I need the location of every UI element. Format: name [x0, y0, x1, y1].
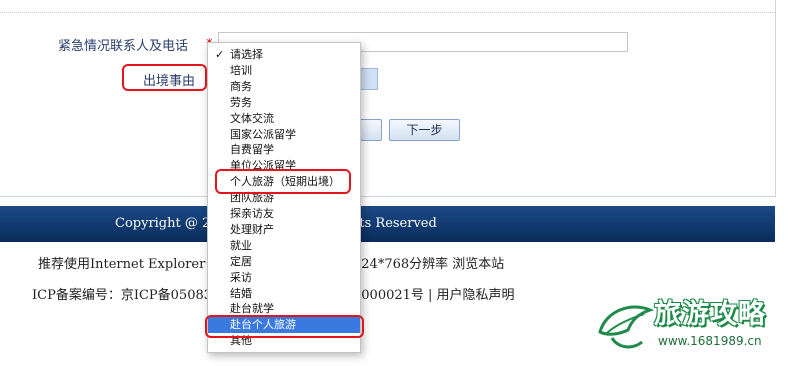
leaf-cap-logo-icon	[598, 305, 655, 349]
copyright-text-right: hts Reserved	[351, 216, 437, 231]
watermark-title: 旅游攻略	[654, 299, 766, 330]
browser-recommend-right: 024*768分辨率 浏览本站	[353, 257, 505, 272]
reason-option[interactable]: 文体交流	[208, 111, 360, 127]
reason-option[interactable]: 劳务	[208, 95, 360, 111]
reason-option[interactable]: ✓ 请选择	[208, 47, 360, 63]
reason-option-label: 请选择	[230, 48, 263, 61]
reason-option-label: 赴台就学	[230, 302, 274, 316]
reason-option[interactable]: 采访	[208, 270, 360, 286]
reason-select-edge[interactable]	[358, 68, 378, 90]
highlight-box-taiwan-tour	[205, 315, 364, 338]
icp-text-left: ICP备案编号：京ICP备05083(	[32, 288, 218, 303]
browser-recommend-left: 推荐使用Internet Explorer 6.0	[38, 257, 231, 272]
checkmark-icon: ✓	[215, 48, 225, 61]
reason-option-label: 商务	[230, 79, 252, 93]
reason-dropdown-list[interactable]: ✓ 请选择 培训 商务 劳务 文体交流 国家公派留学 自费留学 单位公派留学 个人旅游（短期出境）…	[207, 42, 361, 353]
icp-text-right: 0000021号 | 用户隐私声明	[353, 288, 515, 303]
highlight-box-reason-label	[122, 64, 207, 91]
highlight-box-personal-tour	[215, 169, 351, 194]
reason-option-label: 劳务	[230, 95, 252, 109]
reason-option-label: 采访	[230, 270, 252, 284]
reason-option[interactable]: 培训	[208, 63, 360, 79]
reason-option-label: 探亲访友	[230, 207, 274, 220]
next-button[interactable]: 下一步	[389, 119, 460, 141]
emergency-contact-label: 紧急情况联系人及电话	[58, 39, 189, 54]
reason-option[interactable]: 探亲访友	[208, 206, 360, 222]
reason-option[interactable]: 处理财产	[208, 222, 360, 238]
top-divider	[0, 12, 775, 13]
watermark: 旅游攻略 www.1681989.cn	[592, 290, 801, 362]
reason-option-label: 结婚	[230, 286, 252, 300]
reason-option[interactable]: 自费留学	[208, 142, 360, 158]
reason-option-label: 自费留学	[230, 143, 274, 157]
reason-option[interactable]: 结婚	[208, 286, 360, 302]
reason-option-label: 定居	[230, 254, 252, 268]
form-panel	[0, 0, 776, 197]
reason-option-label: 文体交流	[230, 111, 274, 125]
watermark-url: www.1681989.cn	[658, 334, 762, 348]
reason-option[interactable]: 商务	[208, 79, 360, 95]
reason-option-label: 处理财产	[230, 222, 274, 236]
reason-option-label: 国家公派留学	[230, 127, 296, 141]
reason-option[interactable]: 国家公派留学	[208, 127, 360, 143]
reason-option[interactable]: 就业	[208, 238, 360, 254]
reason-option-label: 培训	[230, 63, 252, 77]
reason-option-label: 就业	[230, 238, 252, 252]
reason-option[interactable]: 定居	[208, 254, 360, 270]
